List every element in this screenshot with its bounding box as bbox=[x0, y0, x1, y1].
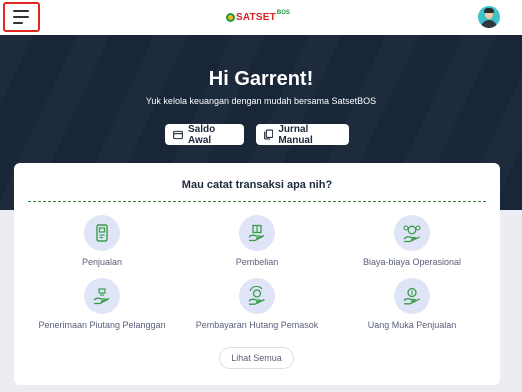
transaction-card: Mau catat transaksi apa nih? Penjualan P… bbox=[14, 163, 500, 385]
tx-uang-muka-penjualan-label: Uang Muka Penjualan bbox=[367, 320, 457, 330]
satsetbos-logo[interactable]: SATSET BOS bbox=[226, 9, 290, 25]
logo-mark-icon bbox=[226, 12, 235, 22]
transaction-card-title: Mau catat transaksi apa nih? bbox=[181, 179, 333, 191]
menu-line bbox=[13, 16, 29, 18]
avatar-hair bbox=[484, 8, 494, 13]
hamburger-menu-icon[interactable] bbox=[3, 2, 40, 32]
wallet-icon bbox=[173, 130, 183, 139]
menu-line bbox=[13, 22, 23, 24]
tx-biaya-operasional[interactable]: Biaya-biaya Operasional bbox=[332, 215, 492, 267]
greeting-subtitle: Yuk kelola keuangan dengan mudah bersama… bbox=[145, 96, 377, 106]
receivable-hand-icon bbox=[84, 278, 120, 314]
copy-icon bbox=[264, 129, 274, 140]
menu-line bbox=[13, 10, 29, 12]
avatar-shirt bbox=[481, 20, 497, 28]
logo-text: SATSET bbox=[236, 11, 276, 23]
top-bar: SATSET BOS bbox=[0, 0, 522, 35]
tx-pembelian-label: Pembelian bbox=[235, 257, 279, 267]
tx-penerimaan-piutang-label: Penerimaan Piutang Pelanggan bbox=[38, 320, 166, 330]
tx-biaya-operasional-label: Biaya-biaya Operasional bbox=[362, 257, 462, 267]
purchase-box-icon bbox=[239, 215, 275, 251]
logo-sup: BOS bbox=[276, 10, 290, 16]
saldo-awal-label: Saldo Awal bbox=[188, 123, 216, 146]
tx-penerimaan-piutang[interactable]: Penerimaan Piutang Pelanggan bbox=[22, 278, 182, 330]
greeting-title: Hi Garrent! bbox=[208, 68, 314, 90]
down-payment-hand-icon bbox=[394, 278, 430, 314]
see-all-button[interactable]: Lihat Semua bbox=[219, 347, 294, 369]
tx-pembayaran-hutang-label: Pembayaran Hutang Pemasok bbox=[195, 320, 319, 330]
tx-pembayaran-hutang[interactable]: Pembayaran Hutang Pemasok bbox=[177, 278, 337, 330]
tx-uang-muka-penjualan[interactable]: Uang Muka Penjualan bbox=[332, 278, 492, 330]
tx-penjualan[interactable]: Penjualan bbox=[22, 215, 182, 267]
jurnal-manual-button[interactable]: Jurnal Manual bbox=[256, 123, 349, 146]
operational-cost-icon bbox=[394, 215, 430, 251]
payable-exchange-icon bbox=[239, 278, 275, 314]
jurnal-manual-label: Jurnal Manual bbox=[278, 123, 313, 146]
dashed-divider bbox=[28, 201, 486, 202]
tx-penjualan-label: Penjualan bbox=[81, 257, 123, 267]
sales-receipt-icon bbox=[84, 215, 120, 251]
user-avatar[interactable] bbox=[478, 6, 500, 28]
saldo-awal-button[interactable]: Saldo Awal bbox=[165, 123, 244, 146]
tx-pembelian[interactable]: Pembelian bbox=[177, 215, 337, 267]
